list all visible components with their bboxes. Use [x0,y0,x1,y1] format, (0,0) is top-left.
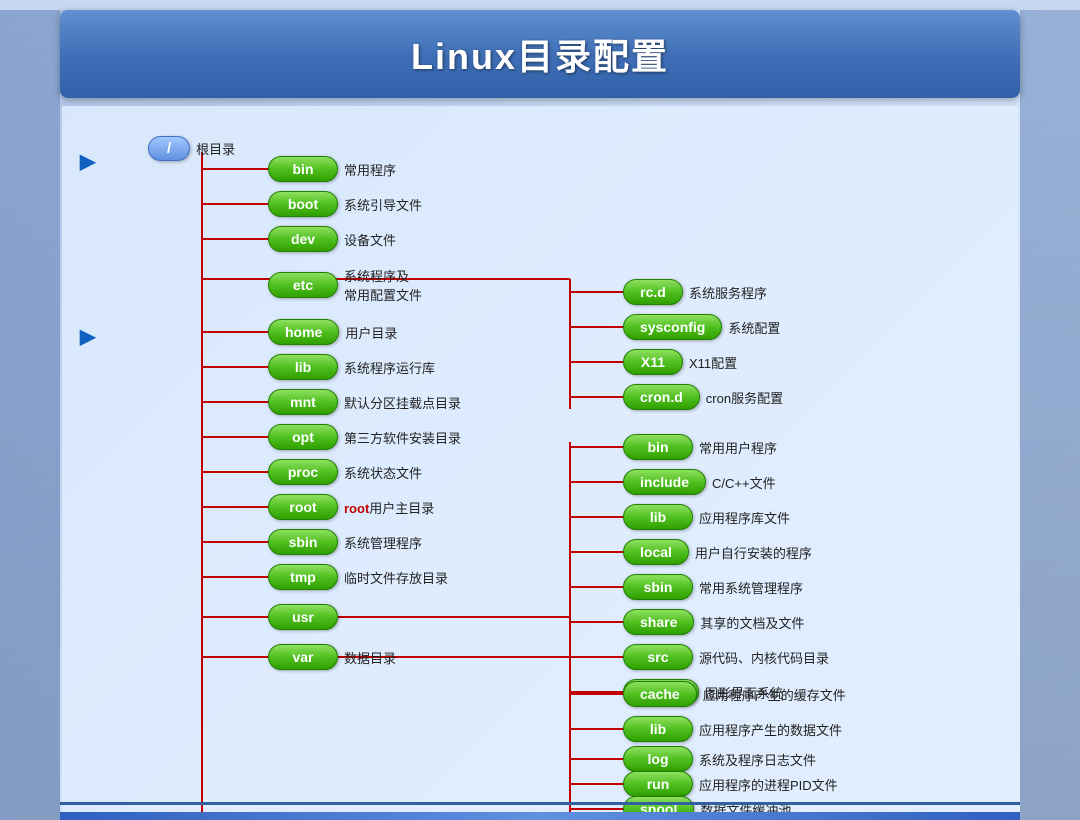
title-bar: Linux目录配置 [60,10,1020,98]
node-usr-share: share [623,609,694,635]
node-usr-local: local [623,539,689,565]
dir-crond: cron.d cron服务配置 [623,384,783,410]
label-usr-local: 用户自行安装的程序 [695,543,812,562]
bullet-arrow-1: ▶ [80,149,95,174]
node-tmp: tmp [268,564,338,590]
dir-x11: X11 X11配置 [623,349,737,375]
diagram-svg [80,114,1000,816]
node-var: var [268,644,338,670]
label-usr-bin: 常用用户程序 [699,438,777,457]
label-usr-src: 源代码、内核代码目录 [699,648,829,667]
label-boot: 系统引导文件 [344,195,422,214]
node-x11: X11 [623,349,683,375]
label-usr-lib: 应用程序库文件 [699,508,790,527]
label-sysconfig: 系统配置 [728,318,780,337]
root-node: / [148,136,190,161]
node-usr-include: include [623,469,706,495]
node-var-log: log [623,746,693,772]
node-boot: boot [268,191,338,217]
dir-etc: etc 系统程序及 常用配置文件 [268,266,422,304]
label-usr-share: 其享的文档及文件 [700,613,804,632]
label-var: 数据目录 [344,648,396,667]
node-var-lib: lib [623,716,693,742]
dir-usr-bin: bin 常用用户程序 [623,434,777,460]
node-root: root [268,494,338,520]
dir-sysconfig: sysconfig 系统配置 [623,314,780,340]
label-opt: 第三方软件安装目录 [344,428,461,447]
node-proc: proc [268,459,338,485]
label-usr-include: C/C++文件 [712,473,776,492]
node-lib: lib [268,354,338,380]
label-rcd: 系统服务程序 [689,283,767,302]
node-mnt: mnt [268,389,338,415]
label-tmp: 临时文件存放目录 [344,568,448,587]
node-dev: dev [268,226,338,252]
dir-var: var 数据目录 [268,644,396,670]
dir-var-log: log 系统及程序日志文件 [623,746,816,772]
node-rcd: rc.d [623,279,683,305]
bottom-bar [60,812,1020,820]
label-mnt: 默认分区挂载点目录 [344,393,461,412]
node-usr: usr [268,604,338,630]
label-usr-sbin: 常用系统管理程序 [699,578,803,597]
dir-var-run: run 应用程序的进程PID文件 [623,771,838,797]
dir-lib: lib 系统程序运行库 [268,354,435,380]
node-crond: cron.d [623,384,700,410]
dir-usr-local: local 用户自行安装的程序 [623,539,812,565]
dir-rcd: rc.d 系统服务程序 [623,279,767,305]
dir-usr-include: include C/C++文件 [623,469,776,495]
bullet-arrow-2: ▶ [80,324,95,349]
node-usr-bin: bin [623,434,693,460]
bottom-line [60,802,1020,805]
label-proc: 系统状态文件 [344,463,422,482]
label-sbin: 系统管理程序 [344,533,422,552]
label-etc: 系统程序及 常用配置文件 [344,266,422,304]
label-home: 用户目录 [345,323,397,342]
node-sbin: sbin [268,529,338,555]
label-root: root用户主目录 [344,498,434,517]
dir-var-cache: cache 应用程序产生的缓存文件 [623,681,846,707]
node-usr-src: src [623,644,693,670]
label-var-log: 系统及程序日志文件 [699,750,816,769]
dir-proc: proc 系统状态文件 [268,459,422,485]
dir-root: root root用户主目录 [268,494,434,520]
label-crond: cron服务配置 [706,388,783,407]
label-x11: X11配置 [689,353,737,372]
label-var-lib: 应用程序产生的数据文件 [699,720,842,739]
dir-tmp: tmp 临时文件存放目录 [268,564,448,590]
node-usr-sbin: sbin [623,574,693,600]
dir-usr-src: src 源代码、内核代码目录 [623,644,829,670]
diagram-container: / 根目录 ▶ bin 常用程序 boot 系统引导文件 dev 设备文件 et… [80,114,1000,816]
dir-bin: bin 常用程序 [268,156,396,182]
node-usr-lib: lib [623,504,693,530]
root-label: 根目录 [196,139,235,158]
dir-boot: boot 系统引导文件 [268,191,422,217]
dir-sbin: sbin 系统管理程序 [268,529,422,555]
dir-dev: dev 设备文件 [268,226,396,252]
label-dev: 设备文件 [344,230,396,249]
dir-usr-sbin: sbin 常用系统管理程序 [623,574,803,600]
label-lib: 系统程序运行库 [344,358,435,377]
node-sysconfig: sysconfig [623,314,722,340]
dir-usr-lib: lib 应用程序库文件 [623,504,790,530]
node-etc: etc [268,272,338,298]
label-var-cache: 应用程序产生的缓存文件 [703,685,846,704]
node-home: home [268,319,339,345]
node-var-run: run [623,771,693,797]
node-opt: opt [268,424,338,450]
label-var-run: 应用程序的进程PID文件 [699,775,838,794]
node-var-cache: cache [623,681,697,707]
dir-home: home 用户目录 [268,319,397,345]
label-bin: 常用程序 [344,160,396,179]
dir-opt: opt 第三方软件安装目录 [268,424,461,450]
root-node-item: / 根目录 [148,136,235,161]
dir-var-lib: lib 应用程序产生的数据文件 [623,716,842,742]
dir-mnt: mnt 默认分区挂载点目录 [268,389,461,415]
node-bin: bin [268,156,338,182]
dir-usr-share: share 其享的文档及文件 [623,609,804,635]
dir-usr: usr [268,604,338,630]
page-title: Linux目录配置 [411,36,669,77]
